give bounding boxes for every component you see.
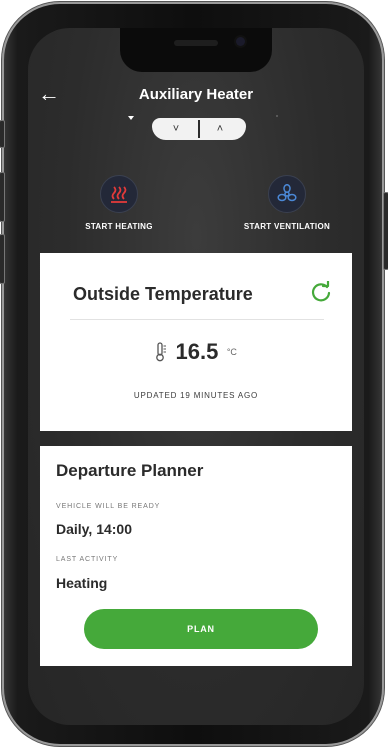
temperature-value: 16.5 bbox=[175, 339, 219, 364]
departure-planner-title: Departure Planner bbox=[56, 461, 204, 480]
chevron-down-icon[interactable]: ˅ bbox=[168, 121, 184, 137]
ventilation-icon-circle bbox=[268, 175, 306, 213]
thermometer-icon bbox=[156, 342, 167, 362]
ready-value: Daily, 14:00 bbox=[56, 521, 133, 537]
volume-up-button bbox=[0, 172, 5, 222]
refresh-button[interactable] bbox=[310, 280, 332, 308]
start-ventilation-button[interactable]: START VENTILATION bbox=[222, 175, 352, 231]
speaker-grille bbox=[174, 40, 218, 46]
start-ventilation-label: START VENTILATION bbox=[243, 222, 331, 231]
chevron-up-icon[interactable]: ˄ bbox=[212, 121, 228, 137]
activity-label: LAST ACTIVITY bbox=[56, 556, 119, 563]
indicator-arrow bbox=[128, 116, 134, 120]
ready-label: VEHICLE WILL BE READY bbox=[56, 503, 161, 510]
heating-icon bbox=[111, 186, 127, 203]
power-button bbox=[383, 192, 388, 270]
divider bbox=[70, 319, 324, 320]
start-heating-label: START HEATING bbox=[85, 222, 153, 231]
outside-temperature-card: Outside Temperature 16.5 °C UPDATED 19 M… bbox=[40, 253, 352, 431]
departure-planner-card: Departure Planner VEHICLE WILL BE READY … bbox=[40, 446, 352, 666]
page-title: Auxiliary Heater bbox=[138, 86, 254, 103]
temperature-readout: 16.5 °C bbox=[40, 339, 352, 365]
updated-text: UPDATED 19 MINUTES AGO bbox=[133, 391, 259, 400]
notch bbox=[120, 28, 272, 72]
start-heating-button[interactable]: START HEATING bbox=[54, 175, 184, 231]
indicator-dot bbox=[276, 115, 278, 117]
app-screen: ← Auxiliary Heater ˅ ˄ START HEATING STA… bbox=[28, 28, 364, 725]
phone-frame: ← Auxiliary Heater ˅ ˄ START HEATING STA… bbox=[0, 2, 388, 746]
drawer-handle[interactable]: ˅ ˄ bbox=[152, 118, 246, 144]
temperature-unit: °C bbox=[226, 347, 237, 357]
activity-value: Heating bbox=[56, 575, 108, 591]
refresh-icon bbox=[311, 280, 331, 302]
mute-switch bbox=[0, 120, 5, 148]
plan-button[interactable]: PLAN bbox=[84, 609, 318, 649]
front-camera bbox=[236, 37, 245, 46]
outside-temperature-title: Outside Temperature bbox=[73, 284, 253, 304]
volume-down-button bbox=[0, 234, 5, 284]
heating-icon-circle bbox=[100, 175, 138, 213]
handle-divider bbox=[198, 120, 200, 138]
ventilation-fan-icon bbox=[277, 184, 297, 202]
